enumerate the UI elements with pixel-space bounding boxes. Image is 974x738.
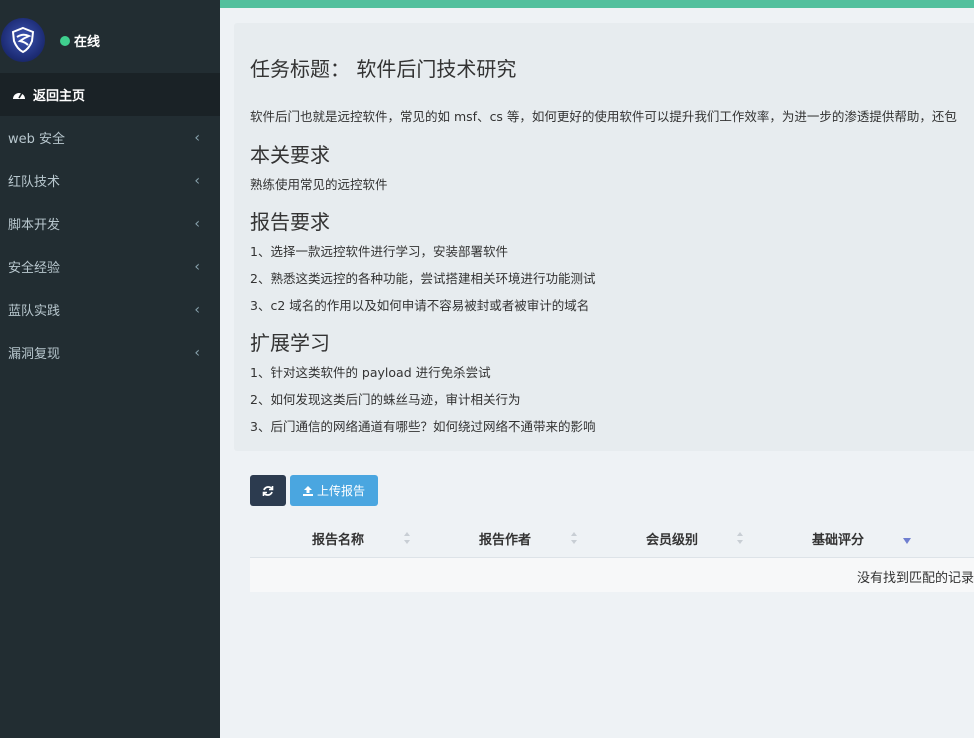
report-item: 2、熟悉这类远控的各种功能，尝试搭建相关环境进行功能测试 [250,271,596,286]
column-label: 报告名称 [312,533,365,548]
sidebar-item-label: 漏洞复现 [8,347,61,362]
task-panel: 任务标题： 软件后门技术研究 软件后门也就是远控软件，常见的如 msf、cs 等… [234,23,974,451]
requirement-heading: 本关要求 [250,143,330,167]
sidebar-item-vuln-reproduction[interactable]: 漏洞复现 ‹ [0,331,220,374]
chevron-left-icon: ‹ [194,172,200,189]
column-header-report-name[interactable]: 报告名称 [312,520,364,557]
sidebar-item-label: 蓝队实践 [8,304,61,319]
sort-icon [404,532,410,544]
extend-item: 2、如何发现这类后门的蛛丝马迹，审计相关行为 [250,392,521,407]
shield-logo-icon [11,26,35,54]
extend-item: 1、针对这类软件的 payload 进行免杀尝试 [250,365,491,380]
sort-icon [571,532,577,544]
sort-icon [737,532,743,544]
sidebar-item-security-experience[interactable]: 安全经验 ‹ [0,245,220,288]
upload-icon [302,485,313,496]
refresh-button[interactable] [250,475,286,506]
task-description: 软件后门也就是远控软件，常见的如 msf、cs 等，如何更好的使用软件可以提升我… [250,109,957,124]
column-label: 报告作者 [479,533,532,548]
home-label: 返回主页 [33,89,86,104]
requirement-text: 熟练使用常见的远控软件 [250,177,388,192]
chevron-left-icon: ‹ [194,215,200,232]
extend-heading: 扩展学习 [250,331,330,355]
column-header-member-level[interactable]: 会员级别 [646,520,698,557]
report-item: 3、c2 域名的作用以及如何申请不容易被封或者被审计的域名 [250,298,590,313]
table-header: 报告名称 报告作者 会员级别 基础评分 [250,520,974,558]
sidebar-item-red-team[interactable]: 红队技术 ‹ [0,159,220,202]
sidebar-item-script-dev[interactable]: 脚本开发 ‹ [0,202,220,245]
extend-item: 3、后门通信的网络通道有哪些？如何绕过网络不通带来的影响 [250,419,596,434]
user-panel: 在线 [0,0,220,73]
top-accent-bar [220,0,974,8]
sidebar-item-label: 安全经验 [8,261,61,276]
sidebar-item-label: web 安全 [8,132,66,147]
sidebar: 在线 返回主页 web 安全 ‹ 红队技术 ‹ 脚本开发 ‹ 安全经验 ‹ 蓝队… [0,0,220,738]
refresh-icon [262,485,274,496]
chevron-left-icon: ‹ [194,301,200,318]
sidebar-item-blue-team[interactable]: 蓝队实践 ‹ [0,288,220,331]
chevron-left-icon: ‹ [194,129,200,146]
report-heading: 报告要求 [250,210,330,234]
column-header-base-score[interactable]: 基础评分 [812,520,864,557]
report-item: 1、选择一款远控软件进行学习，安装部署软件 [250,244,508,259]
sidebar-item-label: 脚本开发 [8,218,61,233]
chevron-left-icon: ‹ [194,344,200,361]
column-label: 会员级别 [646,533,699,548]
dashboard-icon [13,92,25,99]
upload-report-button[interactable]: 上传报告 [290,475,378,506]
home-link[interactable]: 返回主页 [0,73,220,116]
empty-message: 没有找到匹配的记录 [857,571,974,586]
task-title: 任务标题： 软件后门技术研究 [250,57,517,81]
sidebar-item-label: 红队技术 [8,175,61,190]
sort-desc-icon [903,538,911,544]
column-label: 基础评分 [812,533,865,548]
chevron-left-icon: ‹ [194,258,200,275]
upload-label: 上传报告 [316,484,365,498]
column-header-report-author[interactable]: 报告作者 [479,520,531,557]
online-dot-icon [60,35,70,46]
sidebar-item-web-security[interactable]: web 安全 ‹ [0,116,220,159]
online-status: 在线 [60,31,100,50]
avatar [1,18,45,62]
status-text: 在线 [74,35,101,50]
table-empty-row: 没有找到匹配的记录 [250,558,974,592]
